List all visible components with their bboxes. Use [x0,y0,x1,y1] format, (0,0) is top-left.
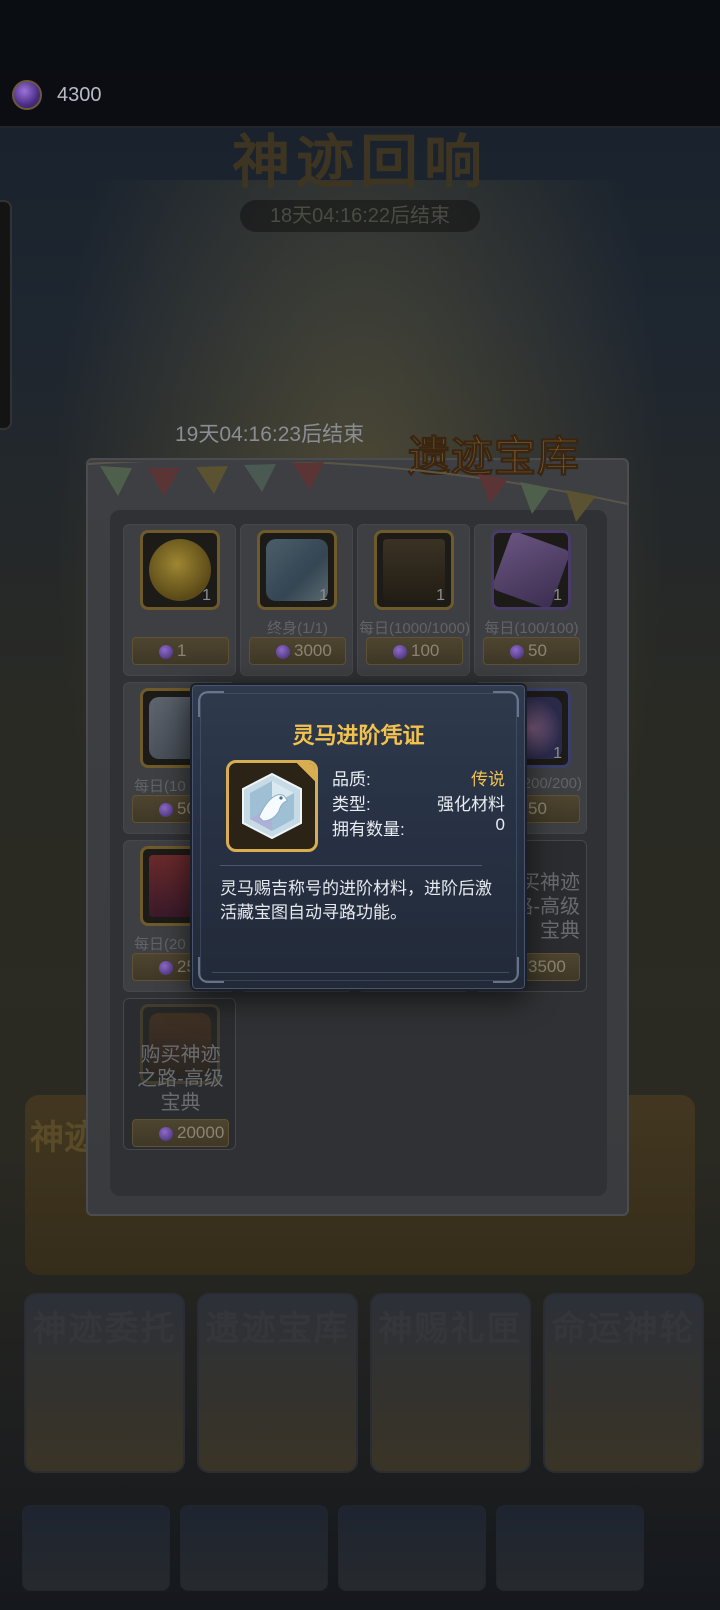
item-price: 20000 [177,1123,225,1142]
card-divine-commission: 神迹委托 [24,1293,185,1473]
owned-label: 拥有数量: [332,820,405,839]
modal-title: 灵马进阶凭证 [292,723,425,748]
divider [0,126,720,128]
purple-gem-icon [12,80,42,110]
card-relic-treasury: 遗迹宝库 [197,1293,358,1473]
item-price: 3000 [294,641,332,660]
price-button[interactable]: 1 [132,637,229,665]
gem-count: 4300 [57,84,102,106]
card-label: 命运神轮 [551,1310,696,1348]
item-limit: 终身(1/1) [267,620,328,637]
item-price: 50 [528,799,547,818]
type-value: 强化材料 [437,795,505,814]
corner-ornament [493,691,519,717]
side-panel [0,200,12,430]
purple-gem-icon [510,645,524,659]
item-description: 灵马赐吉称号的进阶材料，进阶后激活藏宝图自动寻路功能。 [220,879,492,922]
shop-item[interactable]: 1 1 [123,524,236,676]
price-button[interactable]: 3000 [249,637,346,665]
purple-gem-icon [159,961,173,975]
event-timer: 18天04:16:22后结束 [240,200,480,232]
owned-value: 0 [495,815,505,834]
locked-chest-icon: 1 [374,530,454,610]
purple-gem-icon [393,645,407,659]
card-label: 神赐礼匣 [378,1310,523,1348]
corner-ornament [198,691,224,717]
item-price: 1 [177,641,187,660]
treasury-timer: 19天04:16:23后结束 [175,423,365,446]
shop-item[interactable]: 1 每日(100/100) 50 [474,524,587,676]
shop-item[interactable]: 1 每日(1000/1000) 100 [357,524,470,676]
bunting-decoration [88,462,628,522]
card-label: 遗迹宝库 [205,1310,350,1348]
card-fate-wheel: 命运神轮 [543,1293,704,1473]
item-quantity: 1 [553,587,562,604]
item-price: 3500 [528,957,566,976]
price-button[interactable]: 50 [483,637,580,665]
spirit-horse-voucher-icon [226,760,318,852]
buy-book-label: 购买神迹 之路-高级 宝典 [137,1044,224,1114]
item-price: 50 [528,641,547,660]
spirit-horse-voucher-icon: 1 [257,530,337,610]
purple-gem-icon [159,645,173,659]
purple-gem-icon [159,1127,173,1141]
shop-item[interactable]: 1 终身(1/1) 3000 [240,524,353,676]
bottom-tab-1 [22,1505,170,1591]
purple-gem-icon [159,803,173,817]
price-button[interactable]: 100 [366,637,463,665]
item-quantity: 1 [319,587,328,604]
price-button[interactable]: 20000 [132,1119,229,1147]
item-quantity: 1 [553,745,562,762]
bottom-ornament [212,959,509,973]
feature-cards: 神迹委托 遗迹宝库 神赐礼匣 命运神轮 [24,1293,704,1473]
quality-value: 传说 [471,770,505,789]
type-label: 类型: [332,795,371,814]
bottom-tab-3 [338,1505,486,1591]
card-label: 神迹委托 [32,1310,177,1348]
bottom-tab-4 [496,1505,644,1591]
crystal-horse-icon [242,772,302,840]
quality-label: 品质: [332,770,371,789]
corner-badge [297,763,315,781]
divider [220,865,482,866]
item-price: 100 [411,641,440,660]
item-limit: 每日(100/100) [484,620,579,637]
shop-item-buy-book[interactable]: 购买神迹 之路-高级 宝典 20000 [123,998,236,1150]
item-quantity: 1 [202,587,211,604]
item-detail-modal[interactable]: 灵马进阶凭证 品质: 传说 类型: 强化材料 拥有数量: 0 灵马赐吉称号的进阶… [190,683,527,991]
item-limit: 每日(1000/1000) [359,620,470,637]
golden-apple-icon: 1 [140,530,220,610]
purple-gem-icon [276,645,290,659]
item-quantity: 1 [436,587,445,604]
bottom-tab-2 [180,1505,328,1591]
purple-crystal-icon: 1 [491,530,571,610]
top-bar: 4300 [0,0,720,128]
bottom-tabs [22,1505,720,1593]
card-divine-gift: 神赐礼匣 [370,1293,531,1473]
